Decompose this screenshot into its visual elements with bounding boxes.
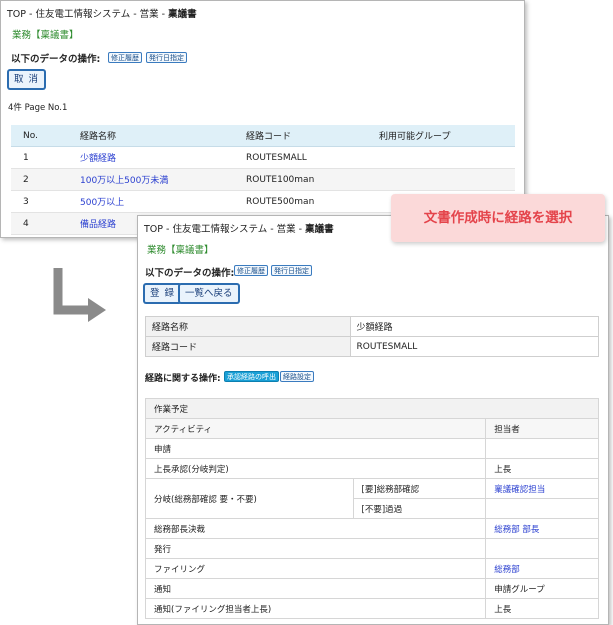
register-button[interactable]: 登 録 [144, 284, 182, 303]
breadcrumb-path[interactable]: TOP - 住友電工情報システム - 営業 - [7, 9, 168, 20]
step-owner [485, 498, 599, 519]
col-activity: アクティビティ [144, 418, 487, 439]
data-operation-label: 以下のデータの操作: [11, 54, 101, 65]
cancel-button[interactable]: 取 消 [8, 70, 46, 89]
back-to-list-button[interactable]: 一覧へ戻る [179, 284, 239, 303]
col-group: 利用可能グループ [379, 125, 515, 147]
route-section-header: 作業予定 [145, 398, 599, 419]
table-header: No. 経路名称 経路コード 利用可能グループ [11, 125, 515, 147]
breadcrumb-current: 稟議書 [305, 224, 334, 235]
col-no: No. [11, 125, 80, 147]
table-row[interactable]: 2 100万以上500万未満 ROUTE100man [11, 168, 515, 191]
step-activity: 上長承認(分岐判定) [144, 458, 487, 479]
step-activity: 総務部長決裁 [144, 518, 487, 539]
route-name-link[interactable]: 少額経路 [80, 146, 246, 169]
route-steps-table: 作業予定 アクティビティ 担当者 申請 上長承認(分岐判定) 上長 分岐(総務部… [144, 398, 599, 619]
route-code: ROUTE500man [246, 190, 379, 213]
route-code-value: ROUTESMALL [349, 336, 600, 357]
row-no: 1 [11, 146, 80, 169]
history-chip[interactable]: 修正履歴 [234, 265, 268, 276]
data-operation-label: 以下のデータの操作: [145, 268, 235, 279]
row-no: 4 [11, 212, 80, 235]
step-owner [485, 538, 599, 559]
step-owner-link[interactable]: 稟議確認担当 [485, 478, 599, 499]
approval-route-call-chip[interactable]: 承認経路の呼出 [224, 371, 279, 382]
route-code: ROUTE100man [246, 168, 379, 191]
branch-option: [要]総務部確認 [352, 478, 487, 499]
issue-date-chip[interactable]: 発行日指定 [271, 265, 312, 276]
step-activity: ファイリング [144, 558, 487, 579]
row-no: 2 [11, 168, 80, 191]
branch-option: [不要]過過 [352, 498, 487, 519]
step-activity: 申請 [144, 438, 487, 459]
breadcrumb-path[interactable]: TOP - 住友電工情報システム - 営業 - [144, 224, 305, 235]
route-detail-window: TOP - 住友電工情報システム - 営業 - 稟議書 業務【稟議書】 以下のデ… [137, 215, 609, 625]
breadcrumb-current: 稟議書 [168, 9, 197, 20]
route-name-link[interactable]: 100万以上500万未満 [80, 168, 246, 191]
page-info: 4件 Page No.1 [8, 103, 68, 113]
route-name-label: 経路名称 [145, 316, 351, 337]
route-name-value: 少額経路 [349, 316, 600, 337]
row-no: 3 [11, 190, 80, 213]
route-name-link[interactable]: 500万以上 [80, 190, 246, 213]
breadcrumb: TOP - 住友電工情報システム - 営業 - 稟議書 [144, 221, 334, 235]
arrow-down-right-icon [53, 268, 106, 322]
step-owner-link[interactable]: 総務部 [485, 558, 599, 579]
col-owner: 担当者 [485, 418, 599, 439]
route-code: ROUTESMALL [246, 146, 379, 169]
route-info-table: 経路名称 少額経路 経路コード ROUTESMALL [145, 316, 600, 357]
callout-banner: 文書作成時に経路を選択 [391, 194, 605, 242]
issue-date-chip[interactable]: 発行日指定 [146, 52, 187, 63]
step-activity: 通知(ファイリング担当者上長) [144, 598, 487, 619]
step-owner: 申請グループ [485, 578, 599, 599]
department-label: 業務【稟議書】 [12, 30, 79, 41]
step-owner-link[interactable]: 総務部 部長 [485, 518, 599, 539]
history-chip[interactable]: 修正履歴 [108, 52, 142, 63]
route-code-label: 経路コード [145, 336, 351, 357]
step-activity-branch: 分岐(総務部確認 要・不要) [145, 478, 354, 519]
col-route-name: 経路名称 [80, 125, 246, 147]
route-group [379, 146, 515, 169]
step-activity: 発行 [144, 538, 487, 559]
route-group [379, 168, 515, 191]
step-owner [485, 438, 599, 459]
route-setting-chip[interactable]: 経路設定 [280, 371, 314, 382]
table-row[interactable]: 1 少額経路 ROUTESMALL [11, 146, 515, 169]
step-owner: 上長 [485, 598, 599, 619]
col-route-code: 経路コード [246, 125, 379, 147]
department-label: 業務【稟議書】 [147, 245, 214, 256]
route-operation-label: 経路に関する操作: [145, 374, 221, 384]
breadcrumb: TOP - 住友電工情報システム - 営業 - 稟議書 [7, 6, 197, 20]
step-activity: 通知 [144, 578, 487, 599]
step-owner: 上長 [485, 458, 599, 479]
